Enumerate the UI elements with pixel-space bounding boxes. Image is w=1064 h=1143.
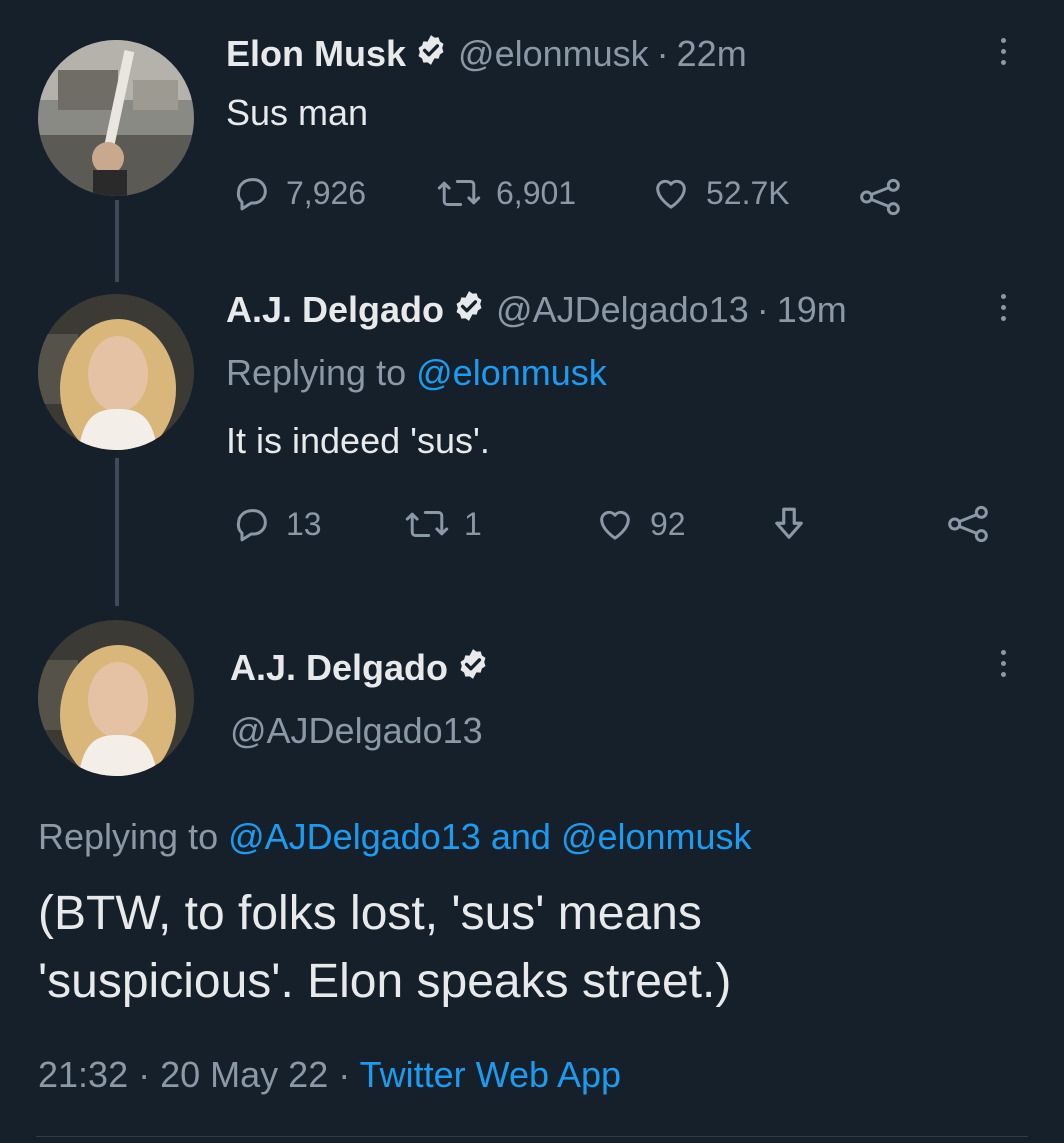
main-tweet-text: (BTW, to folks lost, 'sus' means 'suspic…	[38, 880, 731, 1016]
tweet1-author-name[interactable]: Elon Musk	[226, 33, 406, 75]
retweet-button[interactable]: 6,901	[436, 173, 576, 213]
like-button[interactable]: 92	[594, 504, 686, 544]
tweet1-header: Elon Musk @elonmusk · 22m	[226, 30, 747, 78]
like-count: 92	[650, 505, 686, 542]
reply-count: 7,926	[286, 174, 367, 211]
main-author-name[interactable]: A.J. Delgado	[230, 647, 448, 689]
retweet-count: 1	[464, 505, 482, 542]
replying-to-label: Replying to	[38, 816, 219, 857]
verified-badge-icon	[452, 289, 486, 332]
main-author-handle[interactable]: @AJDelgado13	[230, 710, 483, 752]
tweet2-author-name[interactable]: A.J. Delgado	[226, 289, 444, 331]
like-button[interactable]: 52.7K	[650, 173, 790, 213]
main-meta-dot-1: ·	[138, 1054, 151, 1095]
reply-count: 13	[286, 505, 322, 542]
main-author-row: A.J. Delgado	[230, 644, 500, 692]
thread-line-2	[115, 458, 119, 606]
tweet2-time[interactable]: 19m	[777, 289, 847, 331]
avatar-ajdelgado-main[interactable]	[38, 620, 194, 776]
replying-to-link-2[interactable]: @elonmusk	[561, 816, 752, 857]
tweet2-handle[interactable]: @AJDelgado13	[496, 289, 749, 331]
avatar-ajdelgado[interactable]	[38, 294, 194, 450]
share-icon	[856, 177, 904, 217]
replying-to-label: Replying to	[226, 352, 407, 393]
retweet-count: 6,901	[496, 174, 577, 211]
retweet-icon	[436, 173, 482, 213]
tweet2-header: A.J. Delgado @AJDelgado13 · 19m	[226, 286, 847, 334]
download-button[interactable]	[768, 504, 810, 546]
more-options-icon[interactable]	[998, 650, 1008, 677]
divider	[36, 1136, 1028, 1137]
tweet1-dot: ·	[656, 33, 669, 74]
thread-line-1	[115, 200, 119, 282]
verified-badge-icon	[456, 647, 490, 690]
main-tweet-text-line1: (BTW, to folks lost, 'sus' means	[38, 887, 702, 940]
tweet1-handle[interactable]: @elonmusk	[458, 33, 649, 75]
main-meta-dot-2: ·	[338, 1054, 351, 1095]
more-options-icon[interactable]	[998, 38, 1008, 65]
replying-to-and: and	[490, 816, 551, 857]
main-tweet-source[interactable]: Twitter Web App	[360, 1054, 621, 1095]
like-icon	[650, 173, 692, 213]
main-tweet-meta: 21:32 · 20 May 22 · Twitter Web App	[38, 1054, 621, 1096]
more-options-icon[interactable]	[998, 294, 1008, 321]
share-icon	[944, 504, 992, 544]
tweet1-text: Sus man	[226, 92, 369, 133]
reply-icon	[232, 504, 272, 544]
retweet-icon	[404, 504, 450, 544]
main-tweet-time[interactable]: 21:32	[38, 1054, 128, 1095]
avatar-elon[interactable]	[38, 40, 194, 196]
download-icon	[768, 504, 810, 546]
main-replying-line: Replying to @AJDelgado13 and @elonmusk	[38, 816, 752, 858]
like-count: 52.7K	[706, 174, 790, 211]
tweet2-text: It is indeed 'sus'.	[226, 420, 490, 461]
reply-button[interactable]: 7,926	[232, 173, 366, 213]
tweet2-dot: ·	[756, 289, 769, 330]
like-icon	[594, 504, 636, 544]
verified-badge-icon	[414, 33, 448, 76]
share-button[interactable]	[856, 177, 904, 217]
main-tweet-text-line2: 'suspicious'. Elon speaks street.)	[38, 955, 732, 1008]
share-button[interactable]	[944, 504, 992, 544]
retweet-button[interactable]: 1	[404, 504, 482, 544]
replying-to-link-1[interactable]: @AJDelgado13	[228, 816, 481, 857]
reply-button[interactable]: 13	[232, 504, 322, 544]
reply-icon	[232, 173, 272, 213]
tweet2-replying-line: Replying to @elonmusk	[226, 352, 607, 394]
main-tweet-date[interactable]: 20 May 22	[160, 1054, 328, 1095]
tweet1-time[interactable]: 22m	[677, 33, 747, 75]
replying-to-link[interactable]: @elonmusk	[416, 352, 607, 393]
